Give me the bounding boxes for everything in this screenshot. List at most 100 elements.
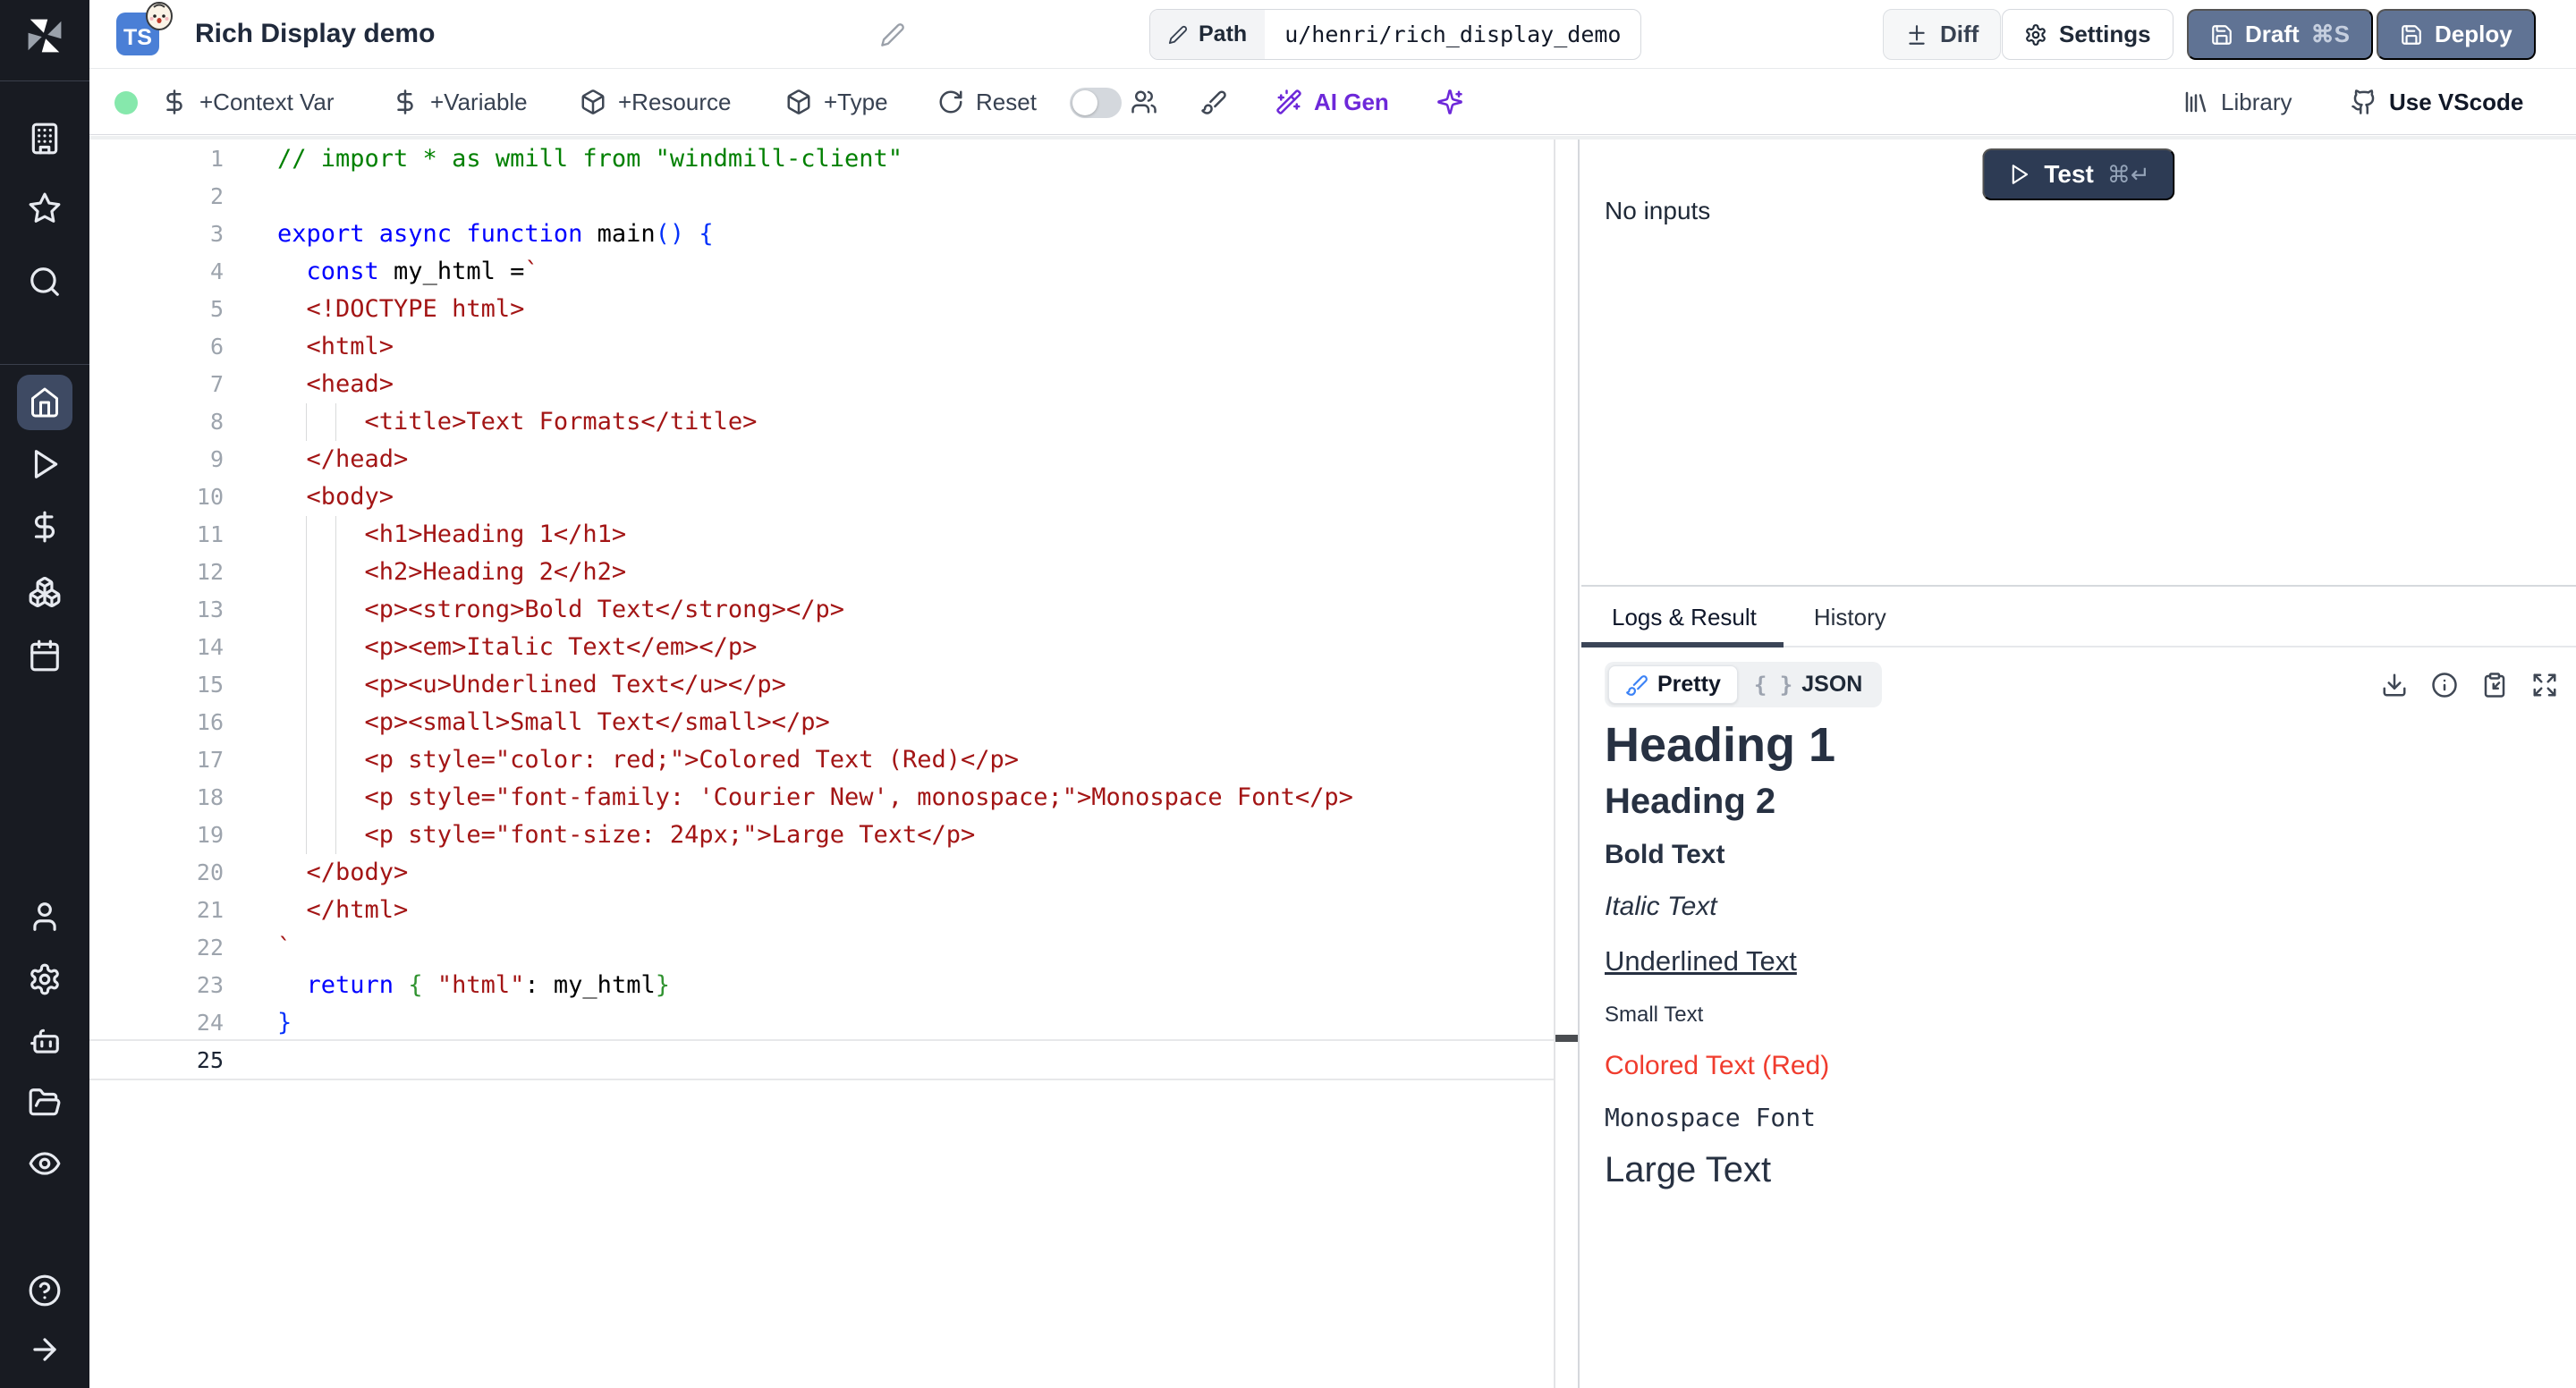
code-line[interactable]	[277, 1042, 1353, 1079]
download-icon[interactable]	[2381, 672, 2408, 698]
line-number: 17	[89, 741, 224, 779]
line-number: 21	[89, 892, 224, 929]
braces-icon: { }	[1754, 673, 1792, 698]
line-number: 23	[89, 967, 224, 1004]
code-line[interactable]: export async function main() {	[277, 216, 1353, 253]
editor-splitter[interactable]	[1554, 140, 1580, 1388]
save-icon	[2210, 23, 2233, 47]
indent-guide	[335, 403, 336, 441]
line-number: 5	[89, 291, 224, 328]
add-type-button[interactable]: +Type	[785, 70, 888, 134]
sidebar-item-account[interactable]	[28, 900, 62, 934]
add-variable-button[interactable]: +Variable	[392, 70, 528, 134]
line-number: 14	[89, 629, 224, 666]
code-line[interactable]: // import * as wmill from "windmill-clie…	[277, 140, 1353, 178]
expand-icon[interactable]	[2531, 672, 2558, 698]
code-line[interactable]	[277, 178, 1353, 216]
building-icon	[28, 122, 62, 156]
line-number: 11	[89, 516, 224, 554]
line-number: 19	[89, 817, 224, 854]
info-icon[interactable]	[2431, 672, 2458, 698]
line-number: 15	[89, 666, 224, 704]
code-line[interactable]: </html>	[277, 892, 1353, 929]
code-editor[interactable]: 1234567891011121314151617181920212223242…	[89, 140, 1554, 1388]
tab-history[interactable]: History	[1784, 588, 1913, 646]
sidebar-divider	[0, 364, 89, 365]
format-code-button[interactable]	[1200, 70, 1227, 134]
star-icon	[28, 191, 62, 225]
diff-button[interactable]: Diff	[1883, 9, 2001, 60]
home-icon	[29, 386, 61, 419]
path-field[interactable]: Path u/henri/rich_display_demo	[1149, 9, 1641, 60]
line-number: 25	[89, 1042, 224, 1079]
sidebar-item-schedules[interactable]	[28, 639, 62, 673]
code-line[interactable]: <p><u>Underlined Text</u></p>	[277, 666, 1353, 704]
draft-button[interactable]: Draft ⌘S	[2187, 9, 2373, 60]
view-json-button[interactable]: { } JSON	[1738, 666, 1878, 703]
user-icon	[28, 900, 62, 934]
sidebar-item-resources[interactable]	[28, 575, 62, 609]
diff-icon	[1905, 23, 1928, 47]
sidebar-item-audit[interactable]	[28, 1147, 62, 1181]
code-line[interactable]: }	[277, 1004, 1353, 1042]
code-line[interactable]: <h1>Heading 1</h1>	[277, 516, 1353, 554]
code-line[interactable]: <h2>Heading 2</h2>	[277, 554, 1353, 591]
line-number: 13	[89, 591, 224, 629]
settings-button[interactable]: Settings	[2002, 9, 2174, 60]
results-section: Logs & Result History Pretty { }	[1581, 588, 2576, 1388]
test-button[interactable]: Test ⌘↵	[1982, 148, 2174, 200]
code-line[interactable]: <html>	[277, 328, 1353, 366]
sidebar-item-help[interactable]	[28, 1274, 62, 1308]
library-icon	[2182, 89, 2209, 115]
view-mode-switch: Pretty { } JSON	[1605, 662, 1882, 707]
sidebar-item-settings[interactable]	[28, 962, 62, 996]
code-content[interactable]: // import * as wmill from "windmill-clie…	[277, 140, 1353, 1079]
ai-gen-button[interactable]: AI Gen	[1275, 70, 1389, 134]
collaborators-button[interactable]	[1131, 70, 1157, 134]
sidebar-item-folders[interactable]	[28, 1086, 62, 1120]
code-line[interactable]: <p><small>Small Text</small></p>	[277, 704, 1353, 741]
sidebar-item-collapse[interactable]	[28, 1333, 62, 1367]
code-line[interactable]: </head>	[277, 441, 1353, 478]
eye-icon	[28, 1147, 62, 1181]
code-line[interactable]: <!DOCTYPE html>	[277, 291, 1353, 328]
sidebar-item-home[interactable]	[17, 375, 72, 430]
sidebar-item-variables[interactable]	[28, 510, 62, 544]
line-number: 18	[89, 779, 224, 817]
deploy-button[interactable]: Deploy	[2377, 9, 2536, 60]
indent-guide	[306, 403, 307, 441]
edit-title-icon[interactable]	[880, 22, 905, 47]
code-line[interactable]: <body>	[277, 478, 1353, 516]
code-line[interactable]: const my_html =`	[277, 253, 1353, 291]
library-button[interactable]: Library	[2182, 70, 2292, 134]
code-line[interactable]: <title>Text Formats</title>	[277, 403, 1353, 441]
code-line[interactable]: <head>	[277, 366, 1353, 403]
code-line[interactable]: <p style="color: red;">Colored Text (Red…	[277, 741, 1353, 779]
clipboard-copy-icon[interactable]	[2481, 672, 2508, 698]
add-resource-button[interactable]: +Resource	[580, 70, 731, 134]
code-line[interactable]: <p style="font-family: 'Courier New', mo…	[277, 779, 1353, 817]
windmill-logo-icon[interactable]	[21, 13, 68, 59]
code-line[interactable]: </body>	[277, 854, 1353, 892]
tab-logs-result[interactable]: Logs & Result	[1581, 588, 1784, 646]
ai-sparkles-button[interactable]	[1436, 70, 1463, 134]
rotate-icon	[937, 89, 964, 115]
add-context-var-button[interactable]: +Context Var	[161, 70, 335, 134]
sidebar-item-favorites[interactable]	[28, 191, 62, 225]
code-line[interactable]: return { "html": my_html}	[277, 967, 1353, 1004]
sidebar-item-search[interactable]	[28, 265, 62, 299]
sidebar-item-workers[interactable]	[28, 1025, 62, 1059]
code-line[interactable]: <p><em>Italic Text</em></p>	[277, 629, 1353, 666]
sidebar-item-runs[interactable]	[28, 447, 62, 481]
reset-button[interactable]: Reset	[937, 70, 1037, 134]
code-line[interactable]: <p style="font-size: 24px;">Large Text</…	[277, 817, 1353, 854]
use-vscode-button[interactable]: Use VScode	[2351, 70, 2523, 134]
sidebar-item-workspace[interactable]	[28, 122, 62, 156]
multiplayer-toggle[interactable]	[1070, 88, 1122, 118]
view-pretty-button[interactable]: Pretty	[1608, 665, 1738, 704]
package-icon	[785, 89, 812, 115]
code-line[interactable]: `	[277, 929, 1353, 967]
line-number-gutter: 1234567891011121314151617181920212223242…	[89, 140, 224, 1079]
code-line[interactable]: <p><strong>Bold Text</strong></p>	[277, 591, 1353, 629]
arrow-right-icon	[28, 1333, 62, 1367]
